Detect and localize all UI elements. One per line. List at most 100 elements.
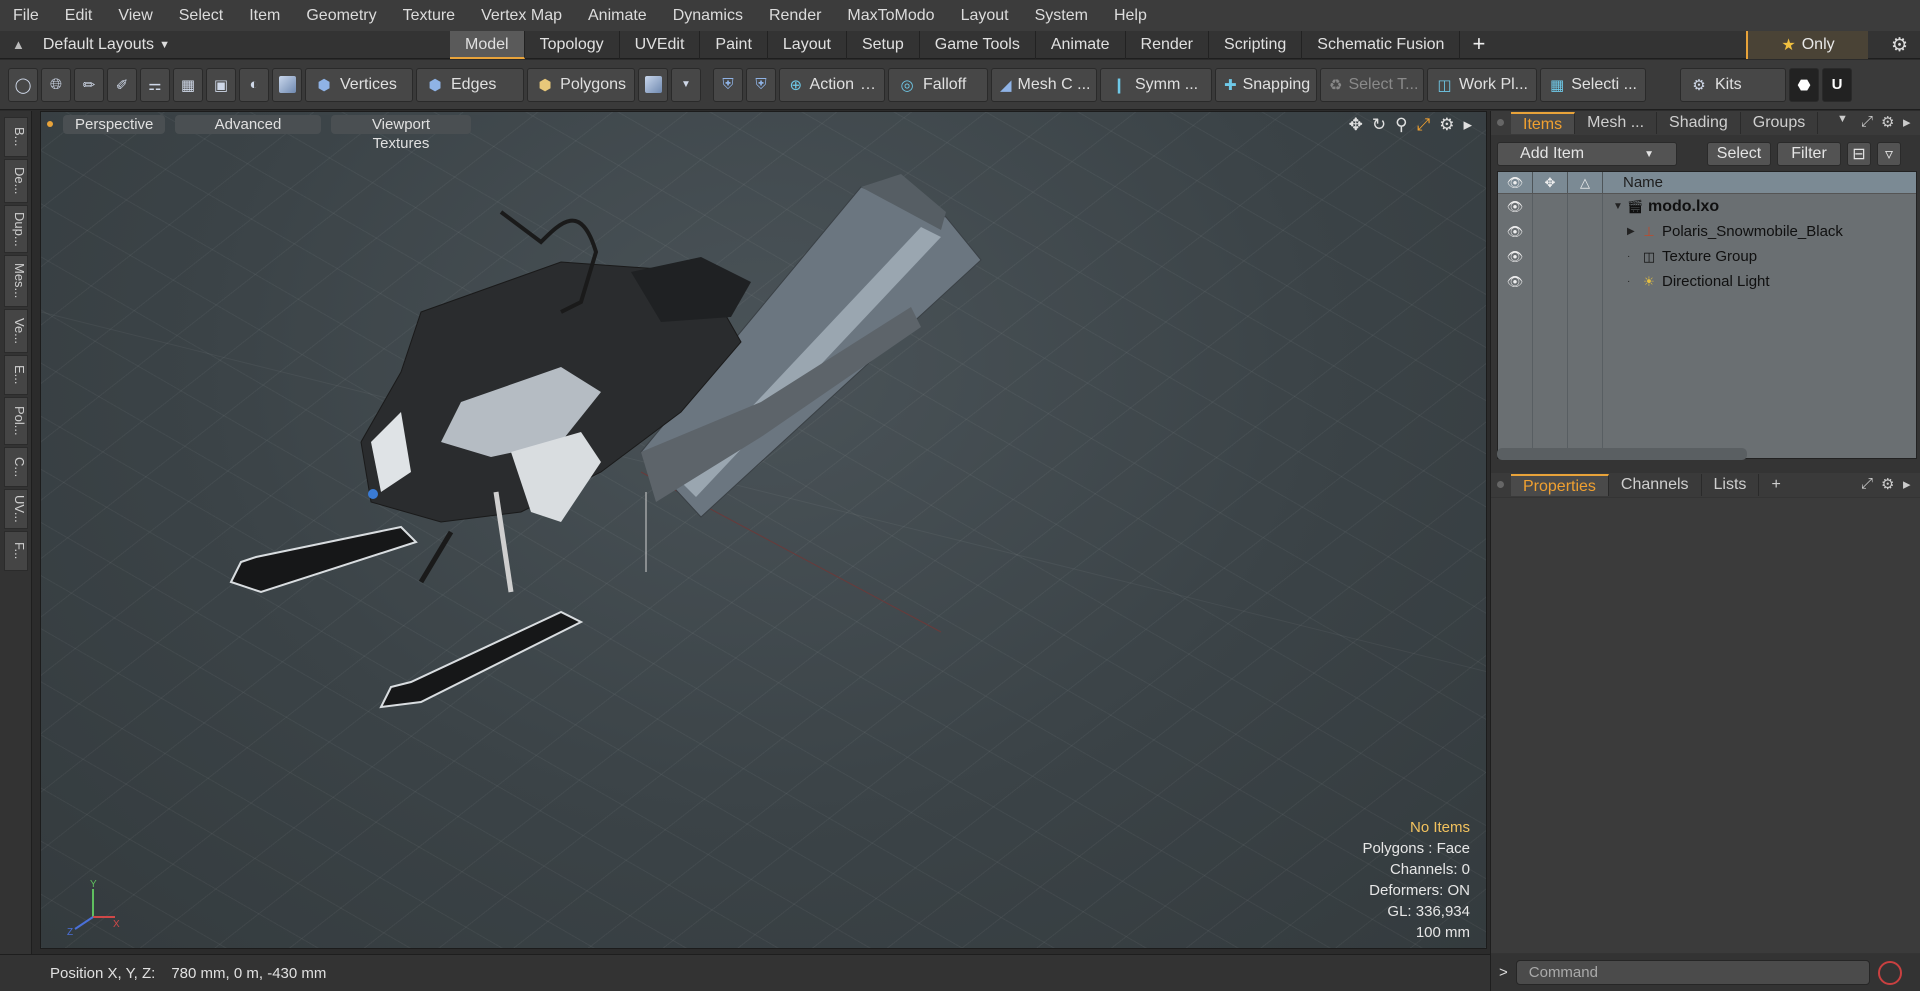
palette-tab-uv[interactable]: UV... — [4, 489, 28, 529]
palette-tab-fusion[interactable]: F... — [4, 531, 28, 571]
menu-geometry[interactable]: Geometry — [293, 7, 389, 25]
tab-topology[interactable]: Topology — [525, 30, 620, 59]
palette-tab-basic[interactable]: B... — [4, 117, 28, 157]
tab-paint[interactable]: Paint — [700, 30, 768, 59]
list-item[interactable]: 👁︎ ▶ ⊥ Polaris_Snowmobile_Black — [1498, 219, 1916, 244]
eye-icon[interactable]: 👁︎ — [1498, 269, 1533, 294]
add-tab-button[interactable]: + — [1460, 31, 1497, 59]
menu-vertex-map[interactable]: Vertex Map — [468, 7, 575, 25]
palette-tab-curve[interactable]: C... — [4, 447, 28, 487]
vertices-button[interactable]: ⬢ Vertices — [305, 67, 413, 102]
select-through-button[interactable]: ♻ Select T... — [1320, 67, 1424, 102]
panel-arrow-icon[interactable]: ▸ — [1903, 475, 1911, 493]
render-column-icon[interactable]: △ — [1568, 172, 1603, 193]
menu-edit[interactable]: Edit — [52, 7, 106, 25]
command-input[interactable]: Command — [1515, 960, 1870, 985]
menu-animate[interactable]: Animate — [575, 7, 660, 25]
visibility-column-icon[interactable]: 👁︎ — [1498, 172, 1533, 193]
unreal-button[interactable]: U — [1822, 67, 1852, 102]
tab-schematic-fusion[interactable]: Schematic Fusion — [1302, 30, 1461, 59]
tab-uvedit[interactable]: UVEdit — [620, 30, 701, 59]
funnel-icon[interactable]: ▿ — [1877, 142, 1901, 166]
shield-button[interactable]: ⛨ — [713, 67, 743, 102]
tab-game-tools[interactable]: Game Tools — [920, 30, 1036, 59]
list-item[interactable]: 👁︎ · ☀ Directional Light — [1498, 269, 1916, 294]
layout-selector[interactable]: ▲ Default Layouts ▼ — [0, 31, 450, 59]
list-item[interactable]: 👁︎ ▼ 🎬︎ modo.lxo — [1498, 194, 1916, 219]
tab-properties[interactable]: Properties — [1511, 474, 1609, 496]
action-button[interactable]: ⊕ Action … — [779, 67, 885, 102]
mesh-constraint-button[interactable]: ◢ Mesh C ... — [991, 67, 1097, 102]
shield-alt-button[interactable]: ⛨ — [746, 67, 776, 102]
snapping-button[interactable]: ✚ Snapping — [1215, 67, 1317, 102]
gear-icon[interactable]: ⚙ — [1891, 34, 1908, 57]
falloff-button[interactable]: ◎ Falloff — [888, 67, 988, 102]
tab-mesh-ops[interactable]: Mesh ... — [1575, 112, 1658, 134]
eye-icon[interactable]: 👁︎ — [1498, 194, 1533, 219]
list-item[interactable]: 👁︎ · ◫ Texture Group — [1498, 244, 1916, 269]
work-plane-button[interactable]: ◫ Work Pl... — [1427, 67, 1537, 102]
filter-button[interactable]: Filter — [1777, 142, 1841, 166]
palette-tab-vertex[interactable]: Ve... — [4, 309, 28, 353]
expand-down-icon[interactable]: ▼ — [1613, 201, 1627, 212]
tab-setup[interactable]: Setup — [847, 30, 920, 59]
lasso-button[interactable]: ⚎ — [140, 67, 170, 102]
selection-sets-button[interactable]: ▦ Selecti ... — [1540, 67, 1646, 102]
select-button[interactable]: Select — [1707, 142, 1771, 166]
menu-file[interactable]: File — [0, 7, 52, 25]
menu-system[interactable]: System — [1022, 7, 1101, 25]
collapse-list-icon[interactable]: ⊟ — [1847, 142, 1871, 166]
lock-column-icon[interactable]: ✥ — [1533, 172, 1568, 193]
expand-right-icon[interactable]: ▶ — [1627, 226, 1641, 237]
tab-lists[interactable]: Lists — [1702, 474, 1760, 496]
record-macro-icon[interactable] — [1877, 960, 1902, 985]
add-item-button[interactable]: Add Item ▼ — [1497, 142, 1677, 166]
tab-scripting[interactable]: Scripting — [1209, 30, 1303, 59]
polygons-button[interactable]: ⬢ Polygons — [527, 67, 635, 102]
sphere-button[interactable]: ◐ — [239, 67, 269, 102]
tab-channels[interactable]: Channels — [1609, 474, 1702, 496]
tab-render[interactable]: Render — [1126, 30, 1210, 59]
menu-maxtomodo[interactable]: MaxToModo — [834, 7, 947, 25]
palette-tab-deform[interactable]: De... — [4, 159, 28, 203]
panel-gear-icon[interactable]: ⚙ — [1881, 113, 1894, 131]
menu-help[interactable]: Help — [1101, 7, 1160, 25]
globe-button[interactable]: 🌐︎ — [41, 67, 71, 102]
select-circle-button[interactable]: ◯ — [8, 67, 38, 102]
symmetry-button[interactable]: ❙ Symm ... — [1100, 67, 1212, 102]
name-column-header[interactable]: Name — [1603, 172, 1663, 193]
menu-texture[interactable]: Texture — [390, 7, 468, 25]
mode-dropdown-button[interactable]: ▼ — [671, 67, 701, 102]
panel-expand-icon[interactable]: ⤢ — [1861, 113, 1873, 130]
eye-icon[interactable]: 👁︎ — [1498, 219, 1533, 244]
panel-gear-icon[interactable]: ⚙ — [1881, 475, 1894, 493]
pen-button[interactable]: ✏ — [74, 67, 104, 102]
frame-button[interactable]: ▣ — [206, 67, 236, 102]
unity-button[interactable]: ⬣ — [1789, 67, 1819, 102]
tab-layout[interactable]: Layout — [768, 30, 847, 59]
eye-icon[interactable]: 👁︎ — [1498, 244, 1533, 269]
item-mode-button[interactable] — [638, 67, 668, 102]
panel-arrow-icon[interactable]: ▸ — [1903, 113, 1911, 131]
add-panel-tab-button[interactable]: + — [1759, 474, 1792, 496]
collapse-up-icon[interactable]: ▲ — [12, 37, 25, 52]
cube-button[interactable] — [272, 67, 302, 102]
only-toggle-button[interactable]: ★ Only — [1746, 31, 1868, 59]
palette-tab-polygon[interactable]: Pol... — [4, 397, 28, 445]
items-scrollbar[interactable] — [1497, 448, 1747, 460]
menu-select[interactable]: Select — [166, 7, 236, 25]
3d-viewport[interactable]: Perspective Advanced Viewport Textures ✥… — [40, 111, 1487, 949]
menu-view[interactable]: View — [105, 7, 165, 25]
tab-model[interactable]: Model — [450, 30, 525, 59]
panel-expand-icon[interactable]: ⤢ — [1861, 475, 1873, 492]
tab-items[interactable]: Items — [1511, 112, 1576, 134]
menu-render[interactable]: Render — [756, 7, 834, 25]
tabs-dropdown-icon[interactable]: ▼ — [1837, 113, 1848, 125]
edges-button[interactable]: ⬢ Edges — [416, 67, 524, 102]
menu-item[interactable]: Item — [236, 7, 293, 25]
palette-tab-mesh-edit[interactable]: Mes... — [4, 255, 28, 307]
tab-shading[interactable]: Shading — [1657, 112, 1741, 134]
palette-tab-duplicate[interactable]: Dup... — [4, 205, 28, 253]
kits-button[interactable]: ⚙ Kits — [1680, 67, 1786, 102]
palette-tab-edge[interactable]: E... — [4, 355, 28, 395]
